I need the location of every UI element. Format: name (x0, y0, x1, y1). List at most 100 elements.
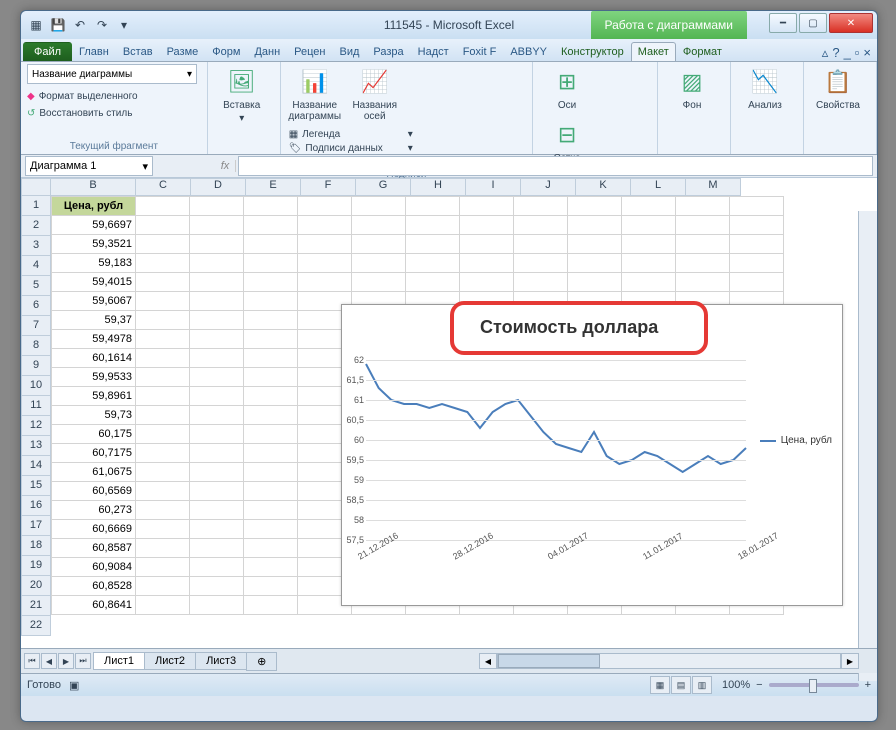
cell[interactable] (676, 235, 730, 254)
maximize-button[interactable]: ▢ (799, 13, 827, 33)
chart-plot-area[interactable]: 57,55858,55959,56060,56161,562 (366, 360, 746, 540)
cell[interactable] (244, 444, 298, 463)
cell[interactable] (136, 254, 190, 273)
cell[interactable] (244, 520, 298, 539)
formula-input[interactable] (238, 156, 873, 176)
cell[interactable] (406, 254, 460, 273)
cell[interactable] (514, 254, 568, 273)
cell[interactable] (244, 482, 298, 501)
cell[interactable]: 60,6669 (52, 520, 136, 539)
cell[interactable] (406, 273, 460, 292)
cell[interactable] (244, 273, 298, 292)
sheet-tab-2[interactable]: Лист2 (144, 652, 196, 670)
cell[interactable] (622, 235, 676, 254)
zoom-control[interactable]: 100% − + (722, 679, 871, 691)
cell[interactable] (460, 197, 514, 216)
cell[interactable] (244, 216, 298, 235)
cell[interactable] (190, 273, 244, 292)
cell[interactable] (190, 520, 244, 539)
col-header[interactable]: G (356, 178, 411, 196)
tab-data[interactable]: Данн (247, 42, 287, 61)
doc-restore-icon[interactable]: ▫ (855, 45, 860, 61)
row-header[interactable]: 10 (21, 376, 51, 396)
cell[interactable] (136, 387, 190, 406)
cell[interactable] (460, 235, 514, 254)
cell[interactable] (190, 558, 244, 577)
tab-view[interactable]: Вид (333, 42, 367, 61)
cell[interactable] (406, 197, 460, 216)
sheet-nav-next[interactable]: ▶ (58, 653, 74, 669)
zoom-slider[interactable] (769, 683, 859, 687)
cell[interactable] (136, 330, 190, 349)
col-header[interactable]: J (521, 178, 576, 196)
cell[interactable] (190, 349, 244, 368)
cell[interactable]: 59,183 (52, 254, 136, 273)
cell[interactable]: 60,8641 (52, 596, 136, 615)
tab-chart-layout[interactable]: Макет (631, 42, 676, 61)
cell[interactable] (352, 273, 406, 292)
tab-home[interactable]: Главн (72, 42, 116, 61)
cell[interactable] (190, 539, 244, 558)
chart-element-combo[interactable]: Название диаграммы▾ (27, 64, 197, 84)
cell[interactable] (244, 539, 298, 558)
cell[interactable] (136, 349, 190, 368)
cell[interactable] (244, 501, 298, 520)
cell[interactable] (190, 235, 244, 254)
col-header[interactable]: D (191, 178, 246, 196)
cell[interactable] (244, 425, 298, 444)
cell[interactable] (136, 463, 190, 482)
cell[interactable] (352, 254, 406, 273)
row-header[interactable]: 11 (21, 396, 51, 416)
zoom-out-icon[interactable]: − (756, 679, 762, 691)
cell[interactable] (136, 368, 190, 387)
macro-record-icon[interactable]: ▣ (69, 679, 79, 692)
cell[interactable] (676, 197, 730, 216)
cell[interactable]: 60,7175 (52, 444, 136, 463)
tab-foxit[interactable]: Foxit F (456, 42, 504, 61)
cell[interactable] (136, 520, 190, 539)
cell[interactable] (136, 558, 190, 577)
sheet-tab-new[interactable]: ⊕ (246, 652, 277, 671)
cell[interactable] (244, 349, 298, 368)
cell[interactable] (298, 273, 352, 292)
view-pagelayout-icon[interactable]: ▤ (671, 676, 691, 694)
cell[interactable]: 61,0675 (52, 463, 136, 482)
tab-formulas[interactable]: Форм (205, 42, 247, 61)
row-header[interactable]: 4 (21, 256, 51, 276)
row-header[interactable]: 3 (21, 236, 51, 256)
help-icon[interactable]: ? (832, 45, 839, 61)
view-normal-icon[interactable]: ▦ (650, 676, 670, 694)
cell[interactable] (676, 254, 730, 273)
doc-minimize-icon[interactable]: _ (844, 45, 851, 61)
cell[interactable] (406, 216, 460, 235)
cell[interactable] (244, 463, 298, 482)
cell[interactable] (244, 197, 298, 216)
cell[interactable] (460, 273, 514, 292)
cell[interactable]: 59,6697 (52, 216, 136, 235)
col-header[interactable]: L (631, 178, 686, 196)
cell[interactable] (136, 216, 190, 235)
cell[interactable] (460, 216, 514, 235)
row-header[interactable]: 12 (21, 416, 51, 436)
cell[interactable] (244, 330, 298, 349)
analysis-button[interactable]: 📉Анализ (737, 64, 793, 113)
cell[interactable] (136, 539, 190, 558)
name-box[interactable]: Диаграмма 1▾ (25, 156, 153, 176)
cell[interactable]: 59,6067 (52, 292, 136, 311)
horizontal-scrollbar[interactable]: ◀▶ (479, 653, 859, 669)
cell[interactable] (568, 273, 622, 292)
row-header[interactable]: 1 (21, 196, 51, 216)
cell[interactable] (244, 292, 298, 311)
cell[interactable] (190, 368, 244, 387)
col-header[interactable]: E (246, 178, 301, 196)
cell[interactable]: 60,273 (52, 501, 136, 520)
cell[interactable] (190, 387, 244, 406)
row-header[interactable]: 9 (21, 356, 51, 376)
col-header-b[interactable]: B (51, 178, 136, 196)
cell[interactable] (190, 216, 244, 235)
background-button[interactable]: ▨Фон (664, 64, 720, 113)
row-header[interactable]: 6 (21, 296, 51, 316)
view-pagebreak-icon[interactable]: ▥ (692, 676, 712, 694)
cell[interactable] (244, 596, 298, 615)
row-header[interactable]: 20 (21, 576, 51, 596)
